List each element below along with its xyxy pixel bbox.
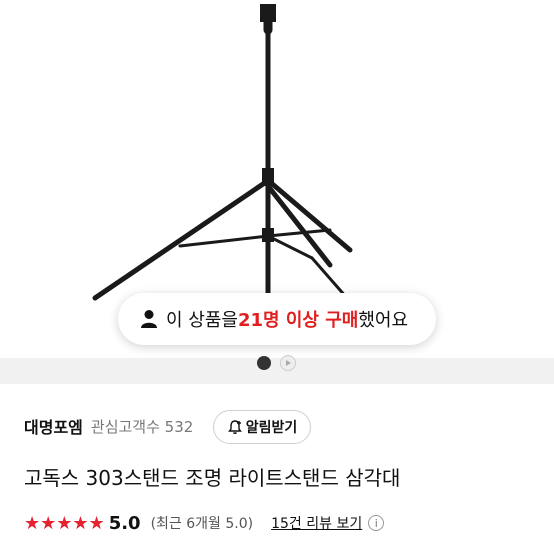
gallery-dot-active[interactable] [257, 356, 271, 370]
rating-score: 5.0 [108, 512, 141, 534]
toast-highlight: 21명 이상 구매 [237, 310, 359, 331]
seller-fans-count: 관심고객수 532 [90, 417, 194, 436]
purchase-count-toast: 이 상품을 21명 이상 구매 했어요 [118, 293, 436, 345]
toast-suffix: 했어요 [358, 310, 409, 331]
star-rating-icon: ★★★★★ [24, 512, 105, 534]
play-icon [286, 360, 291, 366]
seller-info: 대명포엠 관심고객수 532 [24, 410, 193, 442]
info-icon[interactable]: i [368, 515, 385, 531]
toast-prefix: 이 상품을 [166, 310, 238, 331]
seller-name[interactable]: 대명포엠 [24, 414, 83, 438]
alarm-button-label: 알림받기 [245, 420, 298, 436]
person-icon [141, 310, 157, 328]
product-title: 고독스 303스탠드 조명 라이트스탠드 삼각대 [24, 466, 401, 490]
bell-plus-icon [227, 420, 242, 434]
gallery-indicator-bar [0, 358, 554, 384]
gallery-dot-video[interactable] [280, 355, 296, 371]
review-link[interactable]: 15건 리뷰 보기 [271, 513, 362, 533]
alarm-subscribe-button[interactable]: 알림받기 [213, 410, 311, 444]
rating-row: ★★★★★ 5.0 (최근 6개월 5.0) 15건 리뷰 보기 i [24, 511, 385, 535]
recent-rating: (최근 6개월 5.0) [150, 516, 254, 532]
